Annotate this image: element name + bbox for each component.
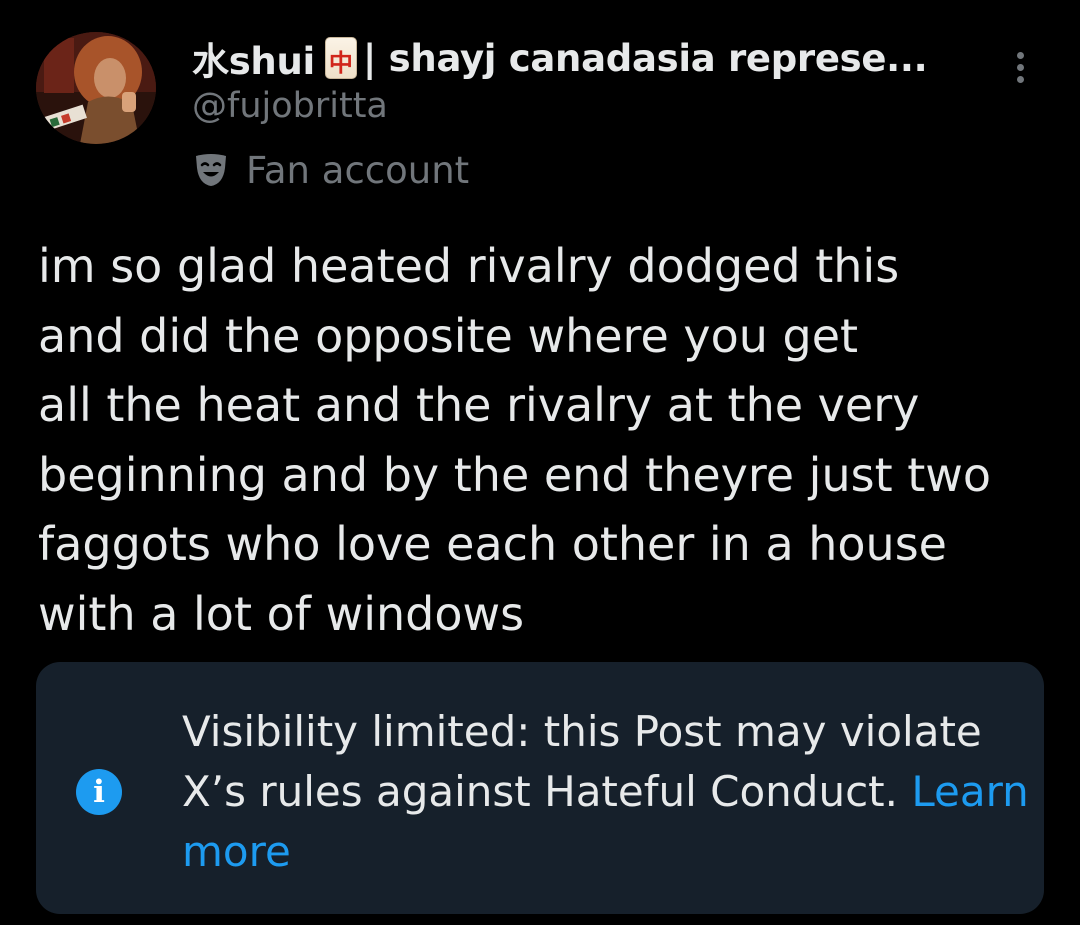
notice-line-2: X’s rules against Hateful Conduct. Learn xyxy=(182,762,1029,822)
author-handle[interactable]: @fujobritta xyxy=(192,86,388,126)
info-icon: i xyxy=(76,769,122,815)
display-name-suffix: | shayj canadasia represe... xyxy=(362,36,928,80)
learn-more-link-end[interactable]: more xyxy=(182,822,1022,882)
mahjong-tile-icon: 中 xyxy=(324,37,357,79)
account-label-text: Fan account xyxy=(246,148,470,192)
post-body: im so glad heated rivalry dodged this an… xyxy=(38,232,1058,649)
mahjong-tile-glyph: 中 xyxy=(328,49,353,77)
account-label: Fan account xyxy=(192,144,469,196)
learn-more-link-start[interactable]: Learn xyxy=(911,767,1028,816)
notice-line-2-text: X’s rules against Hateful Conduct. xyxy=(182,767,898,816)
more-dot xyxy=(1016,64,1024,71)
masks-icon xyxy=(196,154,226,186)
more-dot xyxy=(1016,76,1024,83)
more-vertical-icon[interactable] xyxy=(1010,52,1030,92)
post-line: beginning and by the end theyre just two xyxy=(38,447,992,502)
post-line: with a lot of windows xyxy=(38,586,525,641)
more-dot xyxy=(1016,52,1024,59)
visibility-notice: i Visibility limited: this Post may viol… xyxy=(36,662,1044,914)
post-line: all the heat and the rivalry at the very xyxy=(38,378,920,432)
notice-line-1: Visibility limited: this Post may violat… xyxy=(182,707,982,756)
notice-text: Visibility limited: this Post may violat… xyxy=(182,702,1029,882)
post-line: faggots who love each other in a house xyxy=(38,517,947,571)
author-name[interactable]: 水shui 中 | shayj canadasia represe... xyxy=(192,30,928,86)
display-name-prefix: 水shui xyxy=(192,40,315,83)
avatar[interactable] xyxy=(36,32,156,144)
post-line: and did the opposite where you get xyxy=(38,308,859,363)
post-line: im so glad heated rivalry dodged this xyxy=(38,239,900,293)
